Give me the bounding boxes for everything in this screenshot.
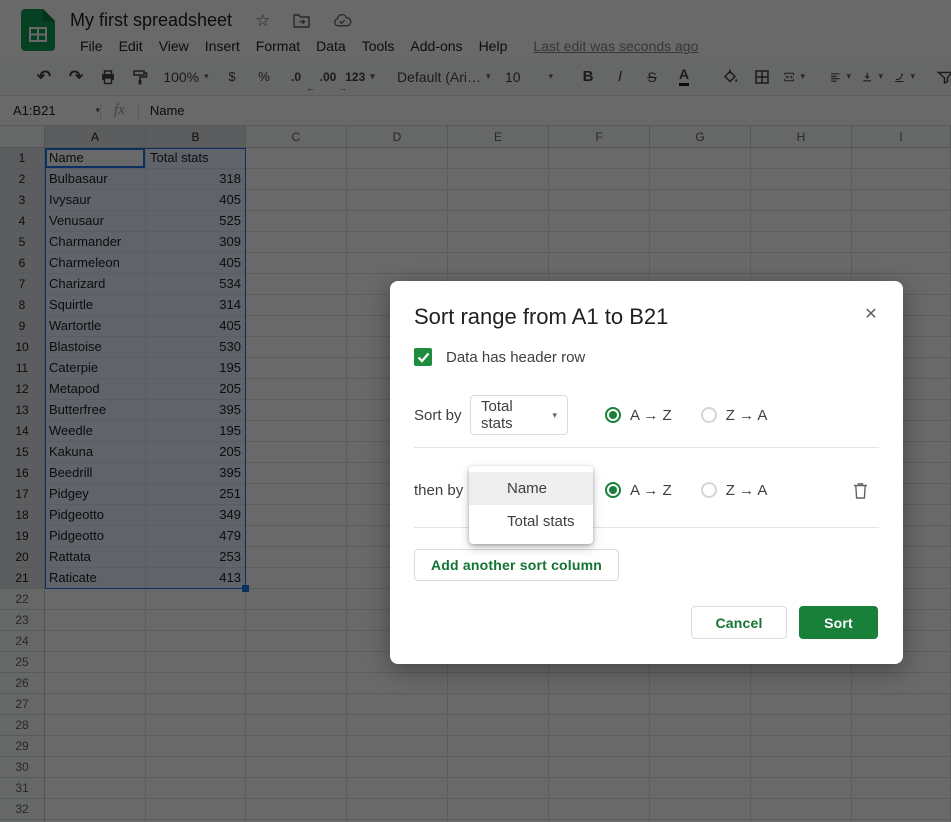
delete-sort-column-icon[interactable]	[852, 481, 869, 505]
sort-range-dialog: Sort range from A1 to B21 ✕ Data has hea…	[390, 281, 903, 664]
close-icon[interactable]: ✕	[861, 305, 881, 325]
then-desc-radio[interactable]	[700, 482, 717, 498]
then-asc-radio[interactable]	[605, 482, 621, 498]
header-row-checkbox[interactable]	[414, 348, 432, 366]
add-sort-column-button[interactable]: Add another sort column	[414, 549, 620, 581]
column-option-total-stats[interactable]: Total stats	[469, 505, 593, 538]
sort-asc-radio[interactable]	[605, 407, 621, 423]
sort-by-label: Sort by	[414, 406, 462, 424]
column-dropdown-menu: Name Total stats	[469, 466, 593, 544]
sort-by-column-select[interactable]: Total stats ▾	[470, 395, 568, 435]
dialog-divider	[414, 447, 879, 448]
then-by-label: then by	[414, 481, 464, 499]
column-option-name[interactable]: Name	[469, 472, 593, 505]
sort-desc-radio[interactable]	[700, 407, 717, 423]
header-row-label: Data has header row	[446, 348, 586, 366]
dialog-title: Sort range from A1 to B21	[414, 304, 669, 329]
cancel-button[interactable]: Cancel	[691, 606, 787, 639]
chevron-down-icon: ▾	[552, 409, 557, 420]
sort-button[interactable]: Sort	[799, 606, 878, 639]
